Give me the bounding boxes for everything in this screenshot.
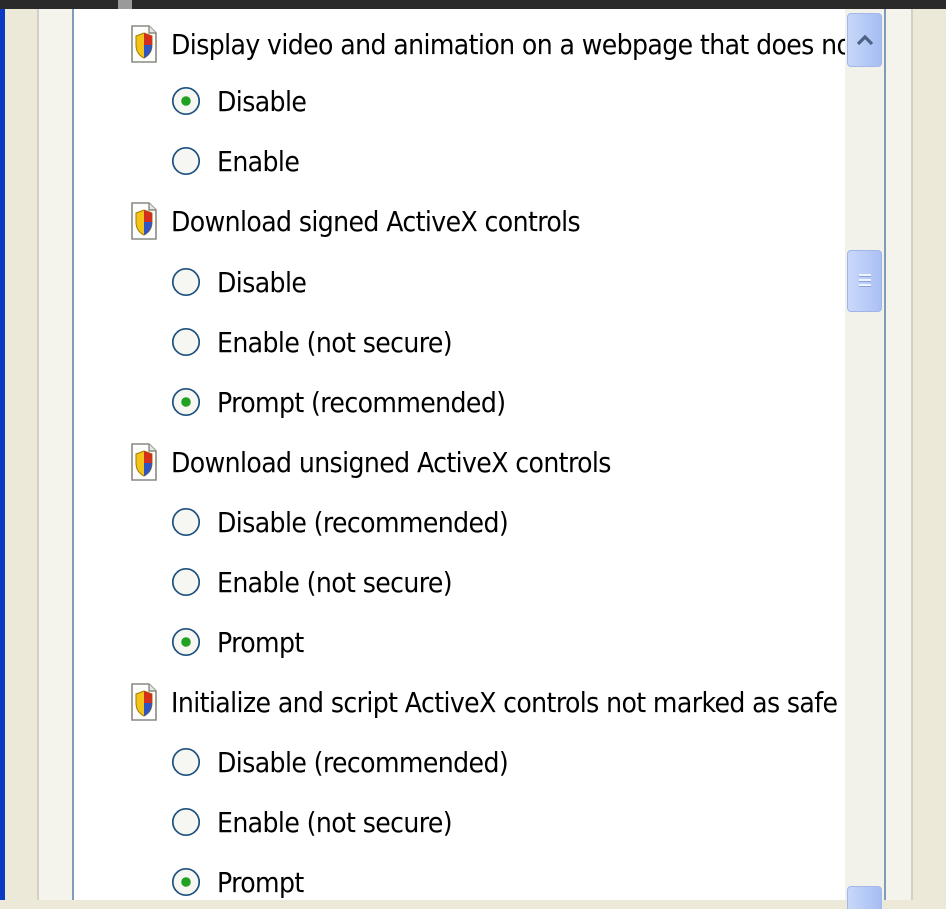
radio-option[interactable]: Prompt: [171, 612, 304, 672]
option-label: Enable: [217, 144, 300, 178]
radio-unselected[interactable]: [171, 146, 201, 176]
setting-shield-icon: [131, 683, 157, 721]
dialog-face-left: [5, 9, 37, 900]
setting-title: Initialize and script ActiveX controls n…: [171, 685, 845, 719]
option-label: Disable (recommended): [217, 505, 509, 539]
radio-selected[interactable]: [171, 867, 201, 897]
scroll-up-button[interactable]: [847, 13, 882, 67]
option-label: Prompt: [217, 865, 304, 899]
radio-unselected[interactable]: [171, 267, 201, 297]
radio-option[interactable]: Disable: [171, 252, 307, 312]
setting-title: Display video and animation on a webpage…: [171, 27, 845, 61]
radio-selected[interactable]: [171, 387, 201, 417]
window-top-notch: [118, 0, 132, 9]
radio-unselected[interactable]: [171, 507, 201, 537]
setting-title: Download unsigned ActiveX controls: [171, 445, 611, 479]
option-label: Enable (not secure): [217, 325, 453, 359]
radio-option[interactable]: Prompt: [171, 852, 304, 900]
radio-unselected[interactable]: [171, 567, 201, 597]
radio-unselected[interactable]: [171, 327, 201, 357]
radio-option[interactable]: Enable (not secure): [171, 552, 453, 612]
radio-option[interactable]: Enable (not secure): [171, 792, 453, 852]
setting-shield-icon: [131, 202, 157, 240]
option-label: Disable (recommended): [217, 745, 509, 779]
radio-option[interactable]: Disable: [171, 71, 307, 131]
dialog-gutter-left: [39, 9, 72, 900]
radio-option[interactable]: Disable (recommended): [171, 732, 509, 792]
window-top-edge: [0, 0, 946, 9]
dialog-face-right: [913, 9, 946, 900]
radio-option[interactable]: Disable (recommended): [171, 492, 509, 552]
vertical-scrollbar[interactable]: [845, 9, 884, 909]
grip-icon: [858, 274, 871, 287]
scroll-down-button[interactable]: [847, 886, 882, 909]
setting-heading: Download unsigned ActiveX controls: [129, 432, 611, 492]
chevron-up-icon: [856, 34, 873, 46]
radio-unselected[interactable]: [171, 747, 201, 777]
setting-title: Download signed ActiveX controls: [171, 204, 581, 238]
security-settings-list[interactable]: Display video and animation on a webpage…: [74, 9, 845, 900]
radio-selected[interactable]: [171, 627, 201, 657]
setting-heading: Display video and animation on a webpage…: [129, 14, 845, 74]
radio-option[interactable]: Enable: [171, 131, 300, 191]
option-label: Enable (not secure): [217, 805, 453, 839]
radio-unselected[interactable]: [171, 807, 201, 837]
dialog-gutter-right: [886, 9, 911, 900]
option-label: Disable: [217, 265, 307, 299]
option-label: Prompt (recommended): [217, 385, 506, 419]
radio-option[interactable]: Enable (not secure): [171, 312, 453, 372]
setting-heading: Download signed ActiveX controls: [129, 191, 581, 251]
radio-selected[interactable]: [171, 86, 201, 116]
setting-heading: Initialize and script ActiveX controls n…: [129, 672, 845, 732]
radio-option[interactable]: Prompt (recommended): [171, 372, 506, 432]
setting-shield-icon: [131, 443, 157, 481]
option-label: Disable: [217, 84, 307, 118]
option-label: Prompt: [217, 625, 304, 659]
scroll-thumb[interactable]: [847, 250, 882, 312]
setting-shield-icon: [131, 25, 157, 63]
option-label: Enable (not secure): [217, 565, 453, 599]
